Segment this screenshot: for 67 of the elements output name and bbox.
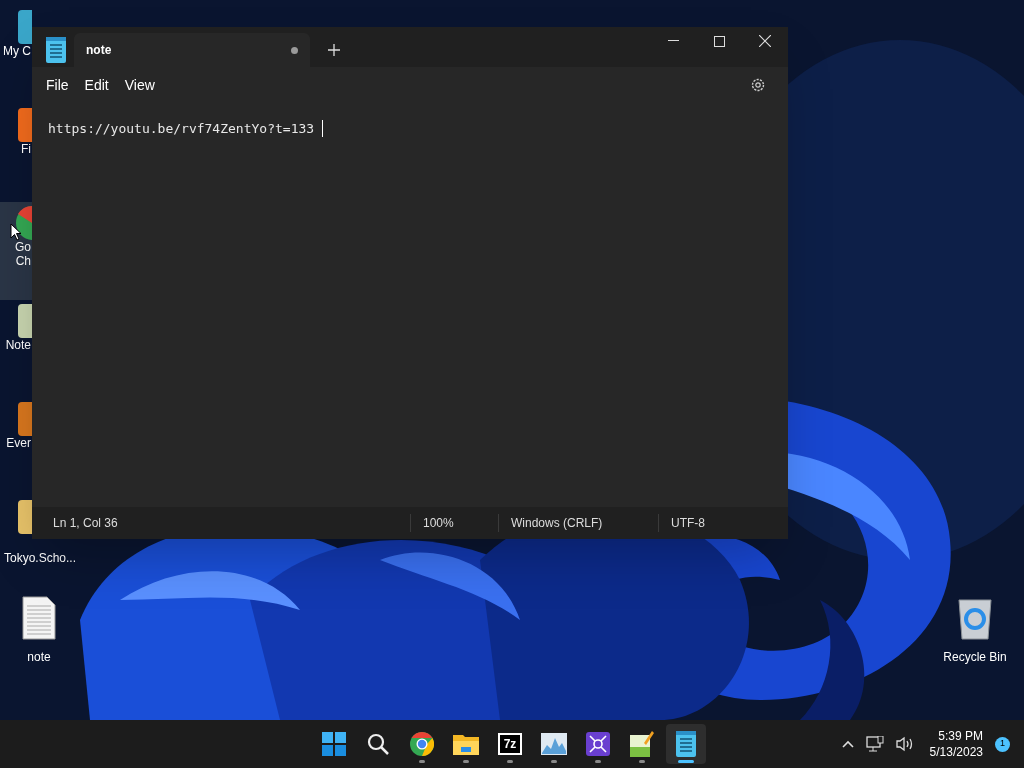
status-item: Ln 1, Col 36 [52,515,119,532]
desktop-icon[interactable]: My C [0,6,32,104]
status-item: UTF-8 [658,514,788,532]
menu-item[interactable]: Edit [76,70,117,100]
desktop-icon[interactable]: Recycle Bin [938,598,1012,666]
icon-label: Fi [20,142,31,156]
app-icon [18,402,32,436]
notepad-icon [676,731,696,757]
status-item: 100% [410,514,498,532]
folder-icon [453,733,479,755]
icon-label: Ever [5,436,31,450]
archive-icon [18,500,32,534]
mouse-pointer-icon [10,223,22,241]
desktop-icon[interactable]: note [4,596,74,666]
network-app-icon [586,732,610,756]
desktop-icon[interactable]: Fi [0,104,32,202]
menu-item[interactable]: View [116,70,163,100]
notification-count[interactable]: 1 [995,736,1010,752]
chevron-up-icon[interactable] [841,740,854,748]
minimize-icon [667,40,679,42]
network-icon[interactable] [865,736,884,752]
icon-label: My C [2,44,31,58]
speaker-icon[interactable] [895,736,914,752]
chrome-icon [410,732,434,756]
monitor-icon [18,10,32,44]
desktop-icon[interactable]: Ever [0,398,32,496]
document-tab[interactable]: note [74,33,310,67]
taskbar-button[interactable]: 7z [490,724,530,764]
notepad-icon [46,37,66,63]
running-indicator [678,760,694,763]
desktop-icon[interactable]: Note [0,300,32,398]
text-editor[interactable]: https://youtu.be/rvf74ZentYo?t=133 [32,103,788,507]
icon-label: Note [4,338,31,352]
chrome-icon [16,206,32,240]
plus-icon [328,44,340,56]
status-item: Windows (CRLF) [498,514,658,532]
desktop-icon[interactable]: Go Ch [0,202,32,300]
chart-window-icon [541,733,567,755]
icon-label: Recycle Bin [943,649,1007,666]
clock-date: 5/13/2023 [929,744,983,760]
icon-label: note [27,649,51,666]
document-icon [22,596,56,640]
icon-label: Tokyo.Scho... [4,550,77,567]
running-indicator [463,760,469,763]
running-indicator [551,760,557,763]
app-icon [18,304,32,338]
windows-logo-icon [322,732,346,756]
text-cursor [322,120,324,138]
taskbar-button[interactable] [666,724,706,764]
archive-app-icon: 7z [498,733,522,755]
menu-item[interactable]: File [38,70,77,100]
close-icon [759,35,771,47]
maximize-icon [713,35,725,47]
running-indicator [507,760,513,763]
clock-time: 5:39 PM [938,728,983,744]
tab-title: note [86,42,112,59]
settings-icon[interactable] [750,77,766,93]
recycle-bin-icon [957,598,993,640]
clock[interactable]: 5:39 PM 5/13/2023 [929,728,983,760]
app-icon [18,108,32,142]
running-indicator [639,760,645,763]
running-indicator [595,760,601,763]
document-text: https://youtu.be/rvf74ZentYo?t=133 [48,120,315,138]
search-icon [367,733,389,755]
running-indicator [419,760,425,763]
editor-app-icon [630,731,654,757]
icon-label: Go Ch [14,240,31,268]
